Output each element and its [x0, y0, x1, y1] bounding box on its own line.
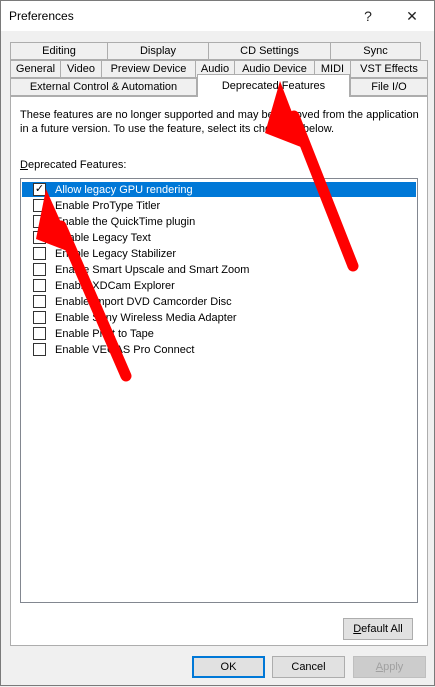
tab-external-control-automation[interactable]: External Control & Automation [10, 78, 197, 96]
deprecated-features-list[interactable]: ✓ Allow legacy GPU rendering Enable ProT… [20, 178, 418, 603]
ok-button[interactable]: OK [192, 656, 265, 678]
checkbox[interactable]: ✓ [33, 183, 46, 196]
tab-general[interactable]: General [10, 60, 61, 78]
list-item-enable-vegas-pro-connect[interactable]: Enable VEGAS Pro Connect [22, 342, 416, 357]
list-item-allow-legacy-gpu-rendering[interactable]: ✓ Allow legacy GPU rendering [22, 182, 416, 197]
apply-text: pply [383, 661, 404, 673]
deprecated-features-label: Deprecated Features: [20, 159, 126, 171]
cancel-button[interactable]: Cancel [272, 656, 345, 678]
default-all-mnemonic: D [353, 623, 362, 635]
tab-cd-settings[interactable]: CD Settings [208, 42, 331, 60]
tab-deprecated-features[interactable]: Deprecated Features [197, 74, 350, 97]
list-item-label: Enable Sony Wireless Media Adapter [55, 311, 237, 324]
tab-strip: Editing Display CD Settings Sync General… [1, 1, 435, 101]
checkbox[interactable] [33, 215, 46, 228]
label-mnemonic: D [20, 159, 28, 171]
list-item-enable-quicktime-plugin[interactable]: Enable the QuickTime plugin [22, 214, 416, 229]
tab-video[interactable]: Video [60, 60, 102, 78]
list-item-enable-protype-titler[interactable]: Enable ProType Titler [22, 198, 416, 213]
default-all-button[interactable]: Default All [343, 618, 413, 640]
list-item-label: Enable Print to Tape [55, 327, 154, 340]
list-item-enable-legacy-stabilizer[interactable]: Enable Legacy Stabilizer [22, 246, 416, 261]
list-item-enable-legacy-text[interactable]: Enable Legacy Text [22, 230, 416, 245]
checkbox[interactable] [33, 279, 46, 292]
apply-mnemonic: A [375, 661, 384, 673]
default-all-text: efault All [361, 623, 403, 635]
list-item-enable-xdcam-explorer[interactable]: Enable XDCam Explorer [22, 278, 416, 293]
apply-button[interactable]: Apply [353, 656, 426, 678]
list-item-label: Enable Legacy Stabilizer [55, 247, 177, 260]
checkbox[interactable] [33, 327, 46, 340]
list-item-label: Enable Legacy Text [55, 231, 151, 244]
checkbox[interactable] [33, 199, 46, 212]
list-item-enable-print-to-tape[interactable]: Enable Print to Tape [22, 326, 416, 341]
list-item-enable-sony-wireless-media-adapter[interactable]: Enable Sony Wireless Media Adapter [22, 310, 416, 325]
checkbox[interactable] [33, 311, 46, 324]
tab-editing[interactable]: Editing [10, 42, 108, 60]
list-item-label: Enable the QuickTime plugin [55, 215, 196, 228]
tab-vst-effects[interactable]: VST Effects [350, 60, 428, 78]
list-item-enable-import-dvd-camcorder-disc[interactable]: Enable Import DVD Camcorder Disc [22, 294, 416, 309]
tab-file-io[interactable]: File I/O [350, 78, 428, 96]
list-item-label: Enable ProType Titler [55, 199, 161, 212]
tab-sync[interactable]: Sync [330, 42, 421, 60]
checkbox[interactable] [33, 231, 46, 244]
checkbox[interactable] [33, 295, 46, 308]
list-item-label: Enable Smart Upscale and Smart Zoom [55, 263, 250, 276]
preferences-window: Preferences ? ✕ Editing Display CD Setti… [0, 0, 435, 686]
list-item-label: Enable VEGAS Pro Connect [55, 343, 195, 356]
tab-display[interactable]: Display [107, 42, 209, 60]
checkbox[interactable] [33, 247, 46, 260]
list-item-label: Enable Import DVD Camcorder Disc [55, 295, 232, 308]
label-text: eprecated Features: [27, 159, 127, 171]
tab-preview-device[interactable]: Preview Device [101, 60, 196, 78]
list-item-label: Enable XDCam Explorer [55, 279, 175, 292]
list-item-label: Allow legacy GPU rendering [55, 183, 193, 196]
panel-description: These features are no longer supported a… [20, 109, 419, 135]
deprecated-features-panel: These features are no longer supported a… [10, 96, 428, 646]
checkbox[interactable] [33, 263, 46, 276]
list-item-enable-smart-upscale[interactable]: Enable Smart Upscale and Smart Zoom [22, 262, 416, 277]
checkbox[interactable] [33, 343, 46, 356]
